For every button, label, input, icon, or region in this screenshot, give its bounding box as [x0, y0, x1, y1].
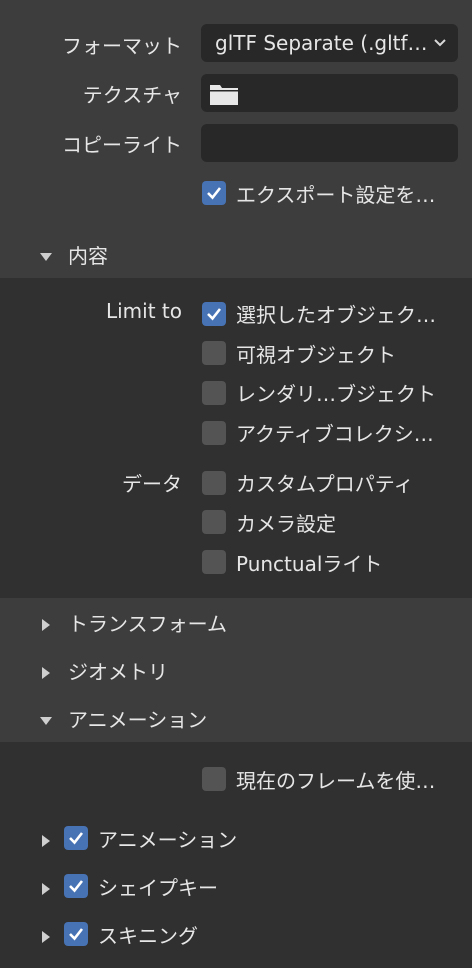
custom-properties-checkbox[interactable] [202, 471, 226, 495]
triangle-right-icon [38, 878, 54, 902]
limit-renderable-checkbox[interactable] [202, 381, 226, 405]
geometry-section-header[interactable]: ジオメトリ [0, 646, 472, 694]
skinning-checkbox[interactable] [64, 922, 88, 946]
content-section-body: Limit to 選択したオブジェク… 可視オブジェクト レンダリ…ブジェクト … [0, 278, 472, 598]
triangle-down-icon [38, 246, 54, 270]
use-current-frame-checkbox[interactable] [202, 767, 226, 791]
skinning-subsection-header[interactable]: スキニング [0, 910, 472, 958]
animation-section-title: アニメーション [68, 708, 208, 732]
chevron-down-icon [432, 24, 448, 62]
limit-renderable-label: レンダリ…ブジェクト [236, 382, 436, 406]
folder-icon[interactable] [209, 82, 239, 111]
use-current-frame-label: 現在のフレームを使… [236, 769, 436, 793]
camera-settings-label: カメラ設定 [236, 512, 336, 536]
triangle-down-icon [38, 710, 54, 734]
shape-keys-subsection-header[interactable]: シェイプキー [0, 862, 472, 910]
format-value: glTF Separate (.gltf… [215, 31, 428, 55]
transform-section-title: トランスフォーム [68, 612, 227, 636]
animation-subsection-checkbox[interactable] [64, 826, 88, 850]
export-settings-area: フォーマット glTF Separate (.gltf… テクスチャ コピーライ… [0, 0, 472, 230]
texture-folder-field[interactable] [201, 74, 458, 112]
triangle-right-icon [38, 662, 54, 686]
shape-keys-checkbox[interactable] [64, 874, 88, 898]
geometry-section-title: ジオメトリ [68, 660, 168, 684]
remember-settings-checkbox[interactable] [202, 181, 226, 205]
texture-label: テクスチャ [82, 83, 182, 107]
copyright-label: コピーライト [62, 133, 182, 157]
content-section-header[interactable]: 内容 [0, 230, 472, 278]
animation-subsection-header[interactable]: アニメーション [0, 814, 472, 862]
limit-active-collection-label: アクティブコレクシ… [236, 422, 434, 446]
limit-to-label: Limit to [105, 299, 182, 323]
format-label: フォーマット [62, 34, 182, 58]
animation-section-body: 現在のフレームを使… アニメーション シェイプキー スキニング [0, 742, 472, 968]
transform-section-header[interactable]: トランスフォーム [0, 598, 472, 646]
limit-selected-checkbox[interactable] [202, 302, 226, 326]
punctual-lights-checkbox[interactable] [202, 550, 226, 574]
limit-visible-label: 可視オブジェクト [236, 343, 396, 367]
skinning-label: スキニング [98, 924, 198, 948]
camera-settings-checkbox[interactable] [202, 510, 226, 534]
animation-subsection-label: アニメーション [98, 828, 238, 852]
triangle-right-icon [38, 926, 54, 950]
triangle-right-icon [38, 614, 54, 638]
limit-selected-label: 選択したオブジェク… [236, 303, 436, 327]
format-dropdown[interactable]: glTF Separate (.gltf… [201, 24, 458, 62]
animation-section-header[interactable]: アニメーション [0, 694, 472, 742]
data-label: データ [122, 472, 182, 496]
triangle-right-icon [38, 830, 54, 854]
gltf-export-panel: フォーマット glTF Separate (.gltf… テクスチャ コピーライ… [0, 0, 472, 968]
limit-active-collection-checkbox[interactable] [202, 421, 226, 445]
punctual-lights-label: Punctualライト [236, 552, 383, 576]
copyright-field[interactable] [201, 124, 458, 162]
shape-keys-label: シェイプキー [98, 876, 218, 900]
remember-settings-label: エクスポート設定を… [236, 183, 436, 207]
custom-properties-label: カスタムプロパティ [236, 472, 414, 496]
content-section-title: 内容 [68, 244, 108, 268]
limit-visible-checkbox[interactable] [202, 341, 226, 365]
